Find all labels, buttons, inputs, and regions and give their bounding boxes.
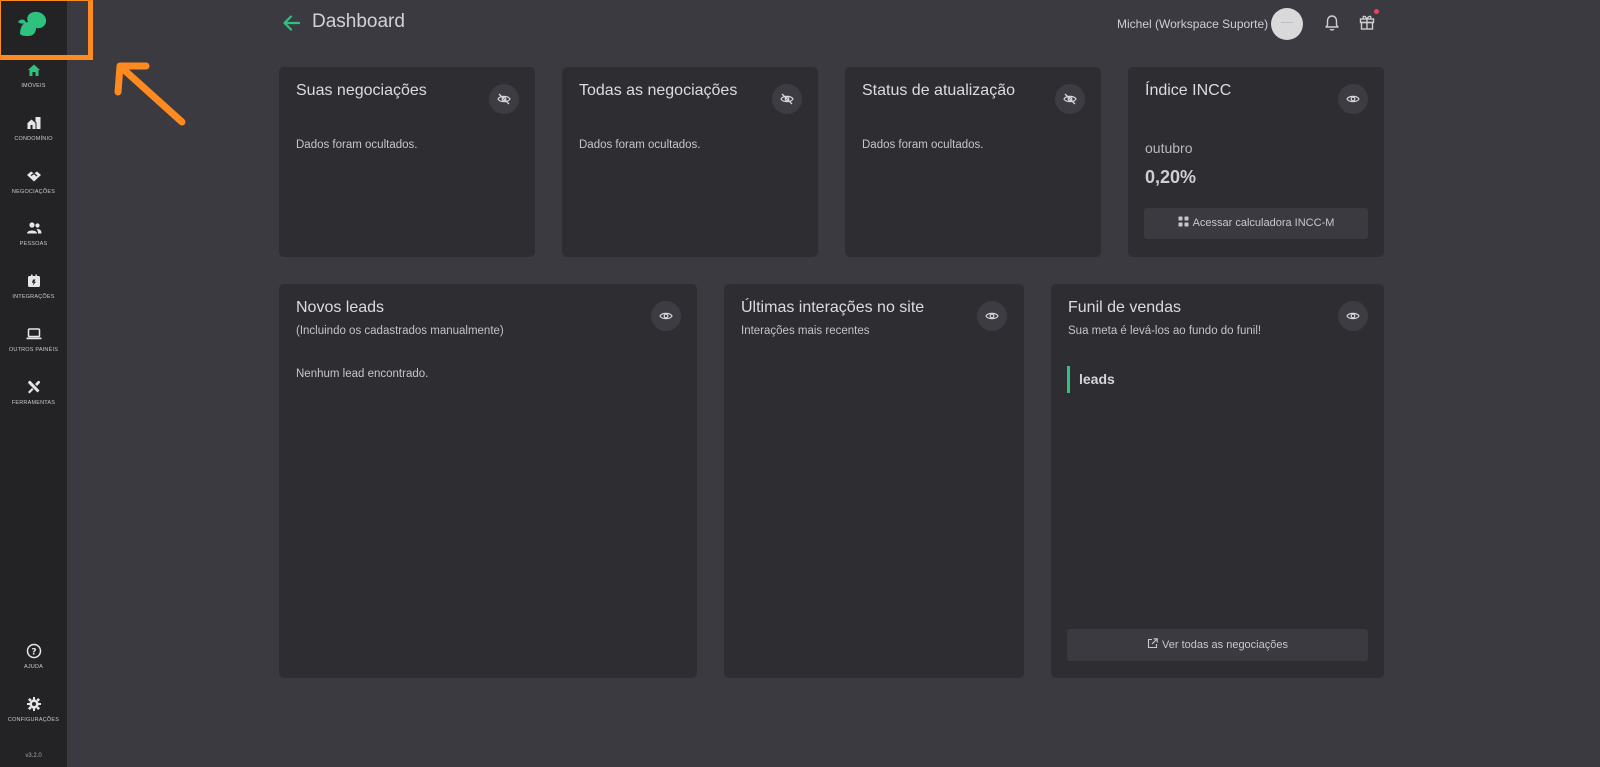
card-title: Todas as negociações xyxy=(579,82,738,99)
sidebar-item-pessoas[interactable]: PESSOAS xyxy=(0,220,67,247)
building-icon xyxy=(27,117,40,129)
eye-icon xyxy=(1346,95,1360,103)
sidebar-item-configuracoes[interactable]: CONFIGURAÇÕES xyxy=(0,696,67,723)
gear-icon xyxy=(26,697,41,711)
card-message: Dados foram ocultados. xyxy=(579,139,701,151)
card-title: Funil de vendas xyxy=(1068,299,1181,316)
sidebar-item-label: IMÓVEIS xyxy=(21,83,46,89)
card-message: Dados foram ocultados. xyxy=(296,139,418,151)
sidebar-item-label: CONFIGURAÇÕES xyxy=(7,717,60,723)
annotation-arrow-icon xyxy=(114,62,186,126)
incc-calculator-button[interactable]: Acessar calculadora INCC-M xyxy=(1144,208,1368,239)
help-icon: ? xyxy=(26,643,41,659)
bell-icon[interactable] xyxy=(1323,14,1341,32)
sidebar-item-label: OUTROS PAINÉIS xyxy=(8,347,59,353)
integration-icon xyxy=(27,274,40,287)
hide-toggle-button[interactable] xyxy=(1338,301,1368,331)
hide-toggle-button[interactable] xyxy=(977,301,1007,331)
card-ultimas-interacoes: Últimas interações no site Interações ma… xyxy=(724,284,1024,678)
card-title: Suas negociações xyxy=(296,82,427,99)
card-title: Índice INCC xyxy=(1145,82,1232,99)
sidebar-item-label: PESSOAS xyxy=(19,241,48,247)
card-title: Status de atualização xyxy=(862,82,1015,99)
handshake-icon xyxy=(26,171,41,182)
card-subtitle: Interações mais recentes xyxy=(741,325,870,337)
sidebar: IMÓVEIS CONDOMÍNIO NEGOCIAÇÕES PESSOAS I… xyxy=(0,0,67,767)
avatar[interactable] xyxy=(1271,8,1303,40)
sidebar-item-label: INTEGRAÇÕES xyxy=(12,294,55,300)
laptop-icon xyxy=(26,328,41,340)
sidebar-item-condominio[interactable]: CONDOMÍNIO xyxy=(0,115,67,142)
view-all-deals-label: Ver todas as negociações xyxy=(1162,639,1288,651)
card-suas-negociacoes: Suas negociações Dados foram ocultados. xyxy=(279,67,535,257)
sidebar-item-label: AJUDA xyxy=(23,664,44,670)
home-icon xyxy=(27,64,40,76)
eye-off-icon xyxy=(497,93,511,105)
sidebar-item-outros-paineis[interactable]: OUTROS PAINÉIS xyxy=(0,326,67,353)
gift-icon[interactable] xyxy=(1358,13,1376,31)
card-indice-incc: Índice INCC outubro 0,20% Acessar calcul… xyxy=(1128,67,1384,257)
card-novos-leads: Novos leads (Incluindo os cadastrados ma… xyxy=(279,284,697,678)
sidebar-item-imoveis[interactable]: IMÓVEIS xyxy=(0,62,67,89)
eye-off-icon xyxy=(1063,93,1077,105)
svg-text:?: ? xyxy=(31,648,36,658)
funnel-stage-bar xyxy=(1067,366,1070,393)
eye-off-icon xyxy=(780,93,794,105)
hide-toggle-button[interactable] xyxy=(1055,84,1085,114)
hide-toggle-button[interactable] xyxy=(772,84,802,114)
app-root: IMÓVEIS CONDOMÍNIO NEGOCIAÇÕES PESSOAS I… xyxy=(0,0,1600,767)
sidebar-item-label: NEGOCIAÇÕES xyxy=(11,189,56,195)
notification-dot xyxy=(1374,9,1379,14)
sidebar-item-negociacoes[interactable]: NEGOCIAÇÕES xyxy=(0,168,67,195)
version-label: v3.2.0 xyxy=(25,753,42,759)
sidebar-item-integracoes[interactable]: INTEGRAÇÕES xyxy=(0,273,67,300)
back-arrow-icon[interactable] xyxy=(281,12,303,34)
funnel-stage-label[interactable]: leads xyxy=(1079,371,1115,387)
hide-toggle-button[interactable] xyxy=(489,84,519,114)
hide-toggle-button[interactable] xyxy=(1338,84,1368,114)
eye-icon xyxy=(985,312,999,320)
card-funil-vendas: Funil de vendas Sua meta é levá-los ao f… xyxy=(1051,284,1384,678)
external-link-icon xyxy=(1147,638,1158,649)
sidebar-item-label: FERRAMENTAS xyxy=(11,400,56,406)
empty-message: Nenhum lead encontrado. xyxy=(296,368,429,380)
card-todas-negociacoes: Todas as negociações Dados foram ocultad… xyxy=(562,67,818,257)
user-name[interactable]: Michel (Workspace Suporte) xyxy=(1117,17,1268,31)
calculator-icon xyxy=(1178,216,1189,227)
sidebar-item-ferramentas[interactable]: FERRAMENTAS xyxy=(0,379,67,406)
eye-icon xyxy=(1346,312,1360,320)
card-subtitle: Sua meta é levá-los ao fundo do funil! xyxy=(1068,325,1262,337)
view-all-deals-button[interactable]: Ver todas as negociações xyxy=(1067,629,1368,661)
eye-icon xyxy=(659,312,673,320)
card-subtitle: (Incluindo os cadastrados manualmente) xyxy=(296,325,504,337)
incc-calculator-label: Acessar calculadora INCC-M xyxy=(1192,217,1335,229)
card-message: Dados foram ocultados. xyxy=(862,139,984,151)
sidebar-item-ajuda[interactable]: ? AJUDA xyxy=(0,643,67,670)
people-icon xyxy=(26,222,41,234)
hide-toggle-button[interactable] xyxy=(651,301,681,331)
card-status-atualizacao: Status de atualização Dados foram oculta… xyxy=(845,67,1101,257)
sidebar-item-label: CONDOMÍNIO xyxy=(14,136,53,142)
tools-icon xyxy=(27,380,40,394)
card-title: Novos leads xyxy=(296,299,385,316)
card-title: Últimas interações no site xyxy=(741,299,925,316)
incc-value: 0,20% xyxy=(1145,167,1197,187)
page-title: Dashboard xyxy=(312,11,405,32)
annotation-highlight-box xyxy=(0,0,93,60)
incc-month: outubro xyxy=(1145,140,1193,156)
